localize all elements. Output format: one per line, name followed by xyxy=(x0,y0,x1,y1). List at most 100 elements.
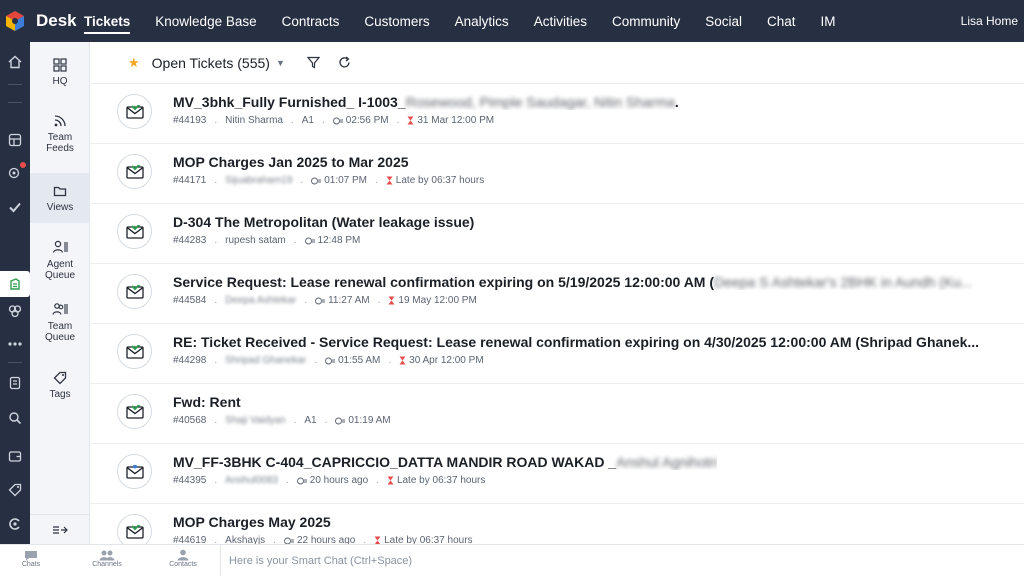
sidebar-item-hq[interactable]: HQ xyxy=(30,58,90,98)
ticket-row[interactable]: Service Request: Lease renewal confirmat… xyxy=(91,264,1024,324)
integrations-icon[interactable] xyxy=(5,301,25,321)
document-icon[interactable] xyxy=(5,373,25,393)
home-icon[interactable] xyxy=(5,52,25,72)
hourglass-icon xyxy=(399,356,406,365)
app-title[interactable]: Desk xyxy=(36,11,84,31)
bottom-contacts-button[interactable]: Contacts xyxy=(153,549,213,568)
desk-app-icon xyxy=(10,278,20,290)
ticket-time: 11:27 AM xyxy=(328,295,370,306)
sidebar-item-label: Views xyxy=(46,202,74,213)
sidebar-item-tags[interactable]: Tags xyxy=(30,371,90,411)
hourglass-icon xyxy=(388,296,395,305)
sidebar-item-team-feeds[interactable]: Team Feeds xyxy=(30,114,90,164)
desk-logo-icon[interactable] xyxy=(0,0,30,42)
ticket-contact[interactable]: Shaji Vaidyan xyxy=(225,415,285,426)
rss-icon xyxy=(54,115,66,127)
bottom-channels-button[interactable]: Channels xyxy=(77,549,137,568)
email-channel-icon xyxy=(117,334,152,369)
nav-chat[interactable]: Chat xyxy=(767,0,796,42)
ticket-id[interactable]: #40568 xyxy=(173,415,206,426)
nav-customers[interactable]: Customers xyxy=(364,0,429,42)
ticket-subject[interactable]: Service Request: Lease renewal confirmat… xyxy=(173,274,973,290)
ticket-id[interactable]: #44584 xyxy=(173,295,206,306)
nav-im[interactable]: IM xyxy=(821,0,836,42)
ticket-time: 02:56 PM xyxy=(345,115,389,126)
ticket-id[interactable]: #44171 xyxy=(173,175,206,186)
ticket-meta: #44584. Deepa Ashtekar. 11:27 AM. 19 May… xyxy=(173,295,477,306)
ticket-id[interactable]: #44619 xyxy=(173,535,206,544)
nav-community[interactable]: Community xyxy=(612,0,680,42)
ticket-subject[interactable]: MV_3bhk_Fully Furnished_ I-1003_Rosewood… xyxy=(173,94,679,110)
nav-knowledge-base[interactable]: Knowledge Base xyxy=(155,0,256,42)
hourglass-icon xyxy=(407,116,414,125)
ticket-subject[interactable]: RE: Ticket Received - Service Request: L… xyxy=(173,334,979,350)
nav-analytics[interactable]: Analytics xyxy=(455,0,509,42)
ticket-time: 01:07 PM xyxy=(324,175,368,186)
ticket-subject[interactable]: MOP Charges Jan 2025 to Mar 2025 xyxy=(173,154,409,170)
more-icon[interactable] xyxy=(5,334,25,354)
ticket-due: 30 Apr 12:00 PM xyxy=(409,355,484,366)
ticket-row[interactable]: Fwd: Rent #40568. Shaji Vaidyan. A1. 01:… xyxy=(91,384,1024,444)
hourglass-icon xyxy=(387,476,394,485)
chevron-down-icon[interactable]: ▼ xyxy=(276,58,285,68)
ticket-id[interactable]: #44395 xyxy=(173,475,206,486)
chat-bubble-icon xyxy=(25,551,37,561)
tag-icon[interactable] xyxy=(5,480,25,500)
sidebar-item-label: HQ xyxy=(52,76,68,87)
ticket-row[interactable]: MV_FF-3BHK C-404_CAPRICCIO_DATTA MANDIR … xyxy=(91,444,1024,504)
wallet-icon[interactable] xyxy=(5,446,25,466)
smart-chat-input[interactable]: Here is your Smart Chat (Ctrl+Space) xyxy=(220,545,1024,576)
ticket-row[interactable]: MOP Charges Jan 2025 to Mar 2025 #44171.… xyxy=(91,144,1024,204)
ticket-subject[interactable]: MOP Charges May 2025 xyxy=(173,514,331,530)
filter-icon[interactable] xyxy=(306,56,320,69)
user-name[interactable]: Lisa Home xyxy=(961,0,1018,42)
ticket-subject[interactable]: D-304 The Metropolitan (Water leakage is… xyxy=(173,214,474,230)
ticket-id[interactable]: #44283 xyxy=(173,235,206,246)
check-icon[interactable] xyxy=(5,197,25,217)
refresh-icon[interactable] xyxy=(338,56,351,69)
ticket-contact[interactable]: Anshul0083 xyxy=(225,475,278,486)
rail-item-desk[interactable] xyxy=(0,271,30,297)
sidebar-item-views[interactable]: Views xyxy=(30,173,90,223)
favorite-star-icon[interactable]: ★ xyxy=(128,55,140,71)
clock-icon xyxy=(315,297,326,305)
team-queue-icon xyxy=(52,303,68,315)
ticket-contact[interactable]: rupesh satam xyxy=(225,235,286,246)
email-channel-icon xyxy=(117,514,152,544)
sidebar-item-agent-queue[interactable]: Agent Queue xyxy=(30,239,90,289)
ticket-due: 19 May 12:00 PM xyxy=(398,295,477,306)
ticket-row[interactable]: MV_3bhk_Fully Furnished_ I-1003_Rosewood… xyxy=(91,84,1024,144)
ticket-id[interactable]: #44193 xyxy=(173,115,206,126)
collapse-sidebar-button[interactable] xyxy=(30,514,90,544)
ticket-meta: #40568. Shaji Vaidyan. A1. 01:19 AM xyxy=(173,415,391,426)
hourglass-icon xyxy=(374,536,381,544)
email-channel-icon xyxy=(117,154,152,189)
activity-icon[interactable] xyxy=(5,162,26,182)
ticket-row[interactable]: RE: Ticket Received - Service Request: L… xyxy=(91,324,1024,384)
ticket-contact[interactable]: Shripad Ghanekar xyxy=(225,355,306,366)
top-navigation-bar: Desk Tickets Knowledge Base Contracts Cu… xyxy=(0,0,1024,42)
ticket-contact[interactable]: Sijuabraham19 xyxy=(225,175,292,186)
view-title[interactable]: Open Tickets (555) xyxy=(152,55,270,71)
ticket-row[interactable]: D-304 The Metropolitan (Water leakage is… xyxy=(91,204,1024,264)
nav-activities[interactable]: Activities xyxy=(534,0,587,42)
ticket-contact[interactable]: Nitin Sharma xyxy=(225,115,283,126)
search-icon[interactable] xyxy=(5,408,25,428)
ticket-subject[interactable]: Fwd: Rent xyxy=(173,394,241,410)
ticket-contact[interactable]: Akshayjs xyxy=(225,535,265,544)
nav-tickets[interactable]: Tickets xyxy=(84,0,131,42)
settings-icon[interactable] xyxy=(5,514,25,534)
ticket-contact[interactable]: Deepa Ashtekar xyxy=(225,295,296,306)
bottom-chats-button[interactable]: Chats xyxy=(1,549,61,568)
ticket-subject[interactable]: MV_FF-3BHK C-404_CAPRICCIO_DATTA MANDIR … xyxy=(173,454,717,470)
notification-dot xyxy=(20,162,26,168)
dashboard-icon[interactable] xyxy=(5,130,25,150)
ticket-row[interactable]: MOP Charges May 2025 #44619. Akshayjs. 2… xyxy=(91,504,1024,544)
ticket-id[interactable]: #44298 xyxy=(173,355,206,366)
sidebar-item-team-queue[interactable]: Team Queue xyxy=(30,301,90,351)
nav-contracts[interactable]: Contracts xyxy=(282,0,340,42)
grid-icon xyxy=(53,58,67,72)
clock-icon xyxy=(311,177,322,185)
web-channel-icon xyxy=(117,454,152,489)
nav-social[interactable]: Social xyxy=(705,0,742,42)
